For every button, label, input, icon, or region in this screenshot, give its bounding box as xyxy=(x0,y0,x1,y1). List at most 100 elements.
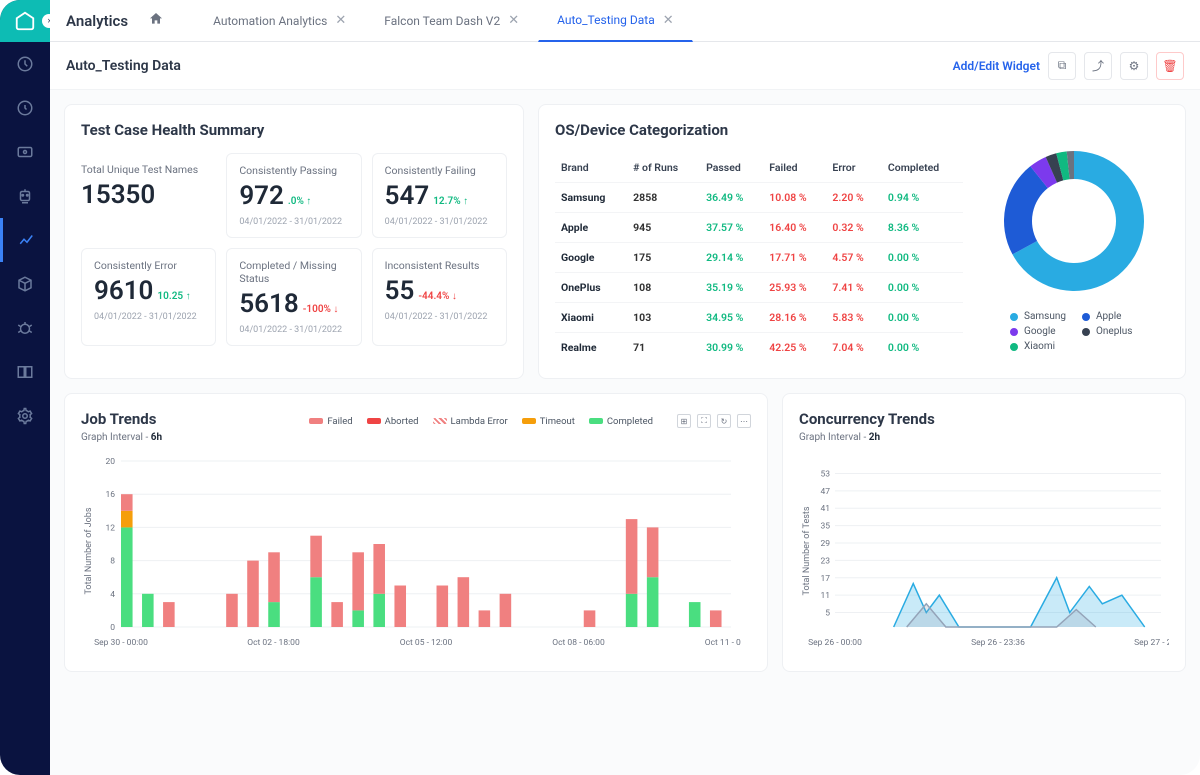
legend-item: Timeout xyxy=(522,416,575,427)
stat-box: Consistently Failing 54712.7% ↑ 04/01/20… xyxy=(372,153,507,238)
svg-text:4: 4 xyxy=(110,590,115,600)
svg-text:29: 29 xyxy=(820,539,830,549)
stat-label: Completed / Missing Status xyxy=(239,259,348,285)
add-edit-widget-button[interactable]: Add/Edit Widget xyxy=(953,59,1040,73)
svg-text:16: 16 xyxy=(105,490,115,500)
sidebar: › xyxy=(0,0,50,775)
stat-delta: -100% ↓ xyxy=(303,304,339,315)
chart-control-icon[interactable]: ⛶ xyxy=(697,414,711,428)
svg-text:Oct 11 - 00:00: Oct 11 - 00:00 xyxy=(705,638,741,648)
sidebar-analytics-icon[interactable] xyxy=(0,218,50,262)
topbar: Analytics Automation Analytics✕ Falcon T… xyxy=(50,0,1200,42)
svg-text:Sep 27 - 23:12: Sep 27 - 23:12 xyxy=(1134,638,1169,648)
stat-delta: .0% ↑ xyxy=(288,196,311,207)
svg-text:47: 47 xyxy=(820,487,830,497)
sidebar-automation-icon[interactable] xyxy=(0,174,50,218)
svg-text:35: 35 xyxy=(820,522,830,532)
stat-delta: 12.7% ↑ xyxy=(433,196,468,207)
legend-item: Failed xyxy=(309,416,352,427)
donut-chart xyxy=(994,141,1154,301)
tabs: Automation Analytics✕ Falcon Team Dash V… xyxy=(194,0,693,42)
sidebar-window-icon[interactable] xyxy=(0,350,50,394)
card-title: Job Trends xyxy=(81,410,156,428)
svg-text:20: 20 xyxy=(105,457,115,467)
table-row: Apple94537.57 %16.40 %0.32 %8.36 % xyxy=(555,213,963,243)
legend-item: Aborted xyxy=(367,416,419,427)
stat-date: 04/01/2022 - 31/01/2022 xyxy=(385,217,494,227)
legend-item: Lambda Error xyxy=(433,416,508,427)
logo[interactable]: › xyxy=(0,0,50,42)
logo-badge-icon: › xyxy=(42,14,56,28)
share-icon[interactable]: ⤴ xyxy=(1084,52,1112,80)
sidebar-dashboard-icon[interactable] xyxy=(0,42,50,86)
legend-item: Apple xyxy=(1082,311,1138,322)
stat-label: Consistently Error xyxy=(94,259,203,272)
chart-control-icon[interactable]: ⊞ xyxy=(677,414,691,428)
svg-text:Sep 26 - 00:00: Sep 26 - 00:00 xyxy=(808,638,862,648)
stat-date: 04/01/2022 - 31/01/2022 xyxy=(385,312,494,322)
svg-text:Oct 08 - 06:00: Oct 08 - 06:00 xyxy=(552,638,605,648)
svg-text:11: 11 xyxy=(820,591,830,601)
card-title: OS/Device Categorization xyxy=(555,121,963,139)
home-icon[interactable] xyxy=(148,11,164,31)
card-title: Concurrency Trends xyxy=(799,410,1169,428)
stat-value: 972.0% ↑ xyxy=(239,181,348,211)
svg-text:8: 8 xyxy=(110,557,115,567)
stat-delta: -44.4% ↓ xyxy=(418,291,457,302)
stat-box: Inconsistent Results 55-44.4% ↓ 04/01/20… xyxy=(372,248,507,346)
svg-text:23: 23 xyxy=(820,556,830,566)
copy-icon[interactable]: ⧉ xyxy=(1048,52,1076,80)
tab-falcon-team[interactable]: Falcon Team Dash V2✕ xyxy=(365,0,538,42)
sidebar-package-icon[interactable] xyxy=(0,262,50,306)
svg-text:Sep 26 - 23:36: Sep 26 - 23:36 xyxy=(971,638,1025,648)
os-device-card: OS/Device Categorization Brand# of RunsP… xyxy=(538,104,1186,379)
stat-label: Inconsistent Results xyxy=(385,259,494,272)
close-icon[interactable]: ✕ xyxy=(508,13,519,28)
stat-box: Completed / Missing Status 5618-100% ↓ 0… xyxy=(226,248,361,346)
legend-item: Google xyxy=(1010,326,1066,337)
sidebar-settings-icon[interactable] xyxy=(0,394,50,438)
donut-legend: SamsungAppleGoogleOneplusXiaomi xyxy=(1010,311,1138,352)
delete-icon[interactable]: 🗑 xyxy=(1156,52,1184,80)
svg-text:Sep 30 - 00:00: Sep 30 - 00:00 xyxy=(94,638,148,648)
stat-date: 04/01/2022 - 31/01/2022 xyxy=(239,325,348,335)
svg-text:Oct 05 - 12:00: Oct 05 - 12:00 xyxy=(400,638,453,648)
chart-control-icon[interactable]: ↻ xyxy=(717,414,731,428)
svg-text:0: 0 xyxy=(110,623,115,633)
table-row: Google17529.14 %17.71 %4.57 %0.00 % xyxy=(555,243,963,273)
sidebar-history-icon[interactable] xyxy=(0,86,50,130)
svg-text:Total Number of Tests: Total Number of Tests xyxy=(802,506,812,595)
legend-item: Completed xyxy=(589,416,653,427)
svg-text:17: 17 xyxy=(820,574,830,584)
card-title: Test Case Health Summary xyxy=(81,121,507,139)
close-icon[interactable]: ✕ xyxy=(335,13,346,28)
page-title: Analytics xyxy=(66,12,128,30)
stat-date: 04/01/2022 - 31/01/2022 xyxy=(239,217,348,227)
stat-box: Total Unique Test Names 15350 xyxy=(81,153,216,238)
job-legend: Failed Aborted Lambda Error Timeout Complete… xyxy=(309,414,751,428)
job-trends-card: Job Trends Failed Aborted Lambda Error Time… xyxy=(64,393,768,672)
chart-control-icon[interactable]: ⋯ xyxy=(737,414,751,428)
svg-text:5: 5 xyxy=(825,609,830,619)
stat-value: 961010.25 ↑ xyxy=(94,276,203,306)
concurrency-chart: 51117232935414753Total Number of TestsSe… xyxy=(799,451,1169,651)
subhead: Auto_Testing Data Add/Edit Widget ⧉ ⤴ ⚙ … xyxy=(50,42,1200,90)
svg-text:Oct 02 - 18:00: Oct 02 - 18:00 xyxy=(247,638,300,648)
tab-automation-analytics[interactable]: Automation Analytics✕ xyxy=(194,0,365,42)
stat-delta: 10.25 ↑ xyxy=(157,291,190,302)
stat-box: Consistently Passing 972.0% ↑ 04/01/2022… xyxy=(226,153,361,238)
stat-value: 5618-100% ↓ xyxy=(239,289,348,319)
os-device-table: Brand# of RunsPassedFailedErrorCompleted… xyxy=(555,153,963,362)
gear-icon[interactable]: ⚙ xyxy=(1120,52,1148,80)
concurrency-card: Concurrency Trends Graph Interval - 2h 5… xyxy=(782,393,1186,672)
table-row: Xiaomi10334.95 %28.16 %5.83 %0.00 % xyxy=(555,303,963,333)
stat-date: 04/01/2022 - 31/01/2022 xyxy=(94,312,203,322)
tab-auto-testing-data[interactable]: Auto_Testing Data✕ xyxy=(538,0,693,42)
table-row: Samsung285836.49 %10.08 %2.20 %0.94 % xyxy=(555,183,963,213)
sidebar-bug-icon[interactable] xyxy=(0,306,50,350)
close-icon[interactable]: ✕ xyxy=(663,13,674,28)
health-summary-card: Test Case Health Summary Total Unique Te… xyxy=(64,104,524,379)
stat-value: 55-44.4% ↓ xyxy=(385,276,494,306)
sidebar-realtime-icon[interactable] xyxy=(0,130,50,174)
legend-item: Samsung xyxy=(1010,311,1066,322)
